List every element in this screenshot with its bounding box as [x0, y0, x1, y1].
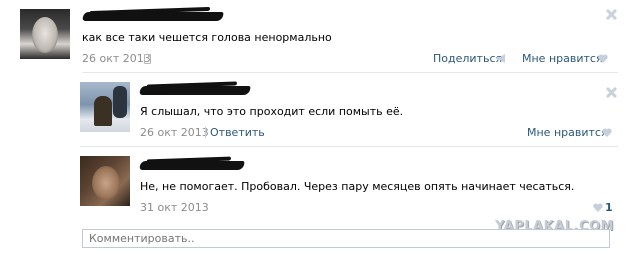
- post-author-name-redacted: [82, 12, 224, 21]
- avatar-face: [92, 166, 120, 200]
- reply2-date[interactable]: 31 окт 2013: [140, 201, 209, 214]
- share-button[interactable]: Поделиться: [433, 52, 502, 65]
- mobile-icon: [144, 54, 151, 64]
- reply-like-button[interactable]: Мне нравится: [527, 126, 608, 139]
- reply-author-name-redacted: [139, 86, 251, 95]
- comment-input[interactable]: [82, 229, 610, 248]
- reply-date[interactable]: 26 окт 2013: [140, 126, 209, 139]
- post-delete-icon[interactable]: [606, 9, 617, 20]
- reply-divider: [80, 146, 618, 147]
- avatar-figure: [94, 96, 112, 126]
- post-author-avatar[interactable]: [20, 9, 70, 59]
- heart-icon[interactable]: [598, 54, 608, 63]
- reply2-text: Не, не помогает. Пробовал. Через пару ме…: [140, 180, 575, 193]
- post-like-button[interactable]: Мне нравится: [522, 52, 603, 65]
- reply2-like-count[interactable]: 1: [605, 201, 613, 214]
- reply-text: Я слышал, что это проходит если помыть е…: [140, 105, 404, 118]
- post-text: как все таки чешется голова ненормально: [82, 31, 332, 44]
- meta-separator: [205, 127, 206, 138]
- avatar-face: [32, 17, 58, 53]
- reply2-author-name-redacted: [139, 161, 245, 170]
- megaphone-icon[interactable]: [497, 54, 506, 63]
- post-date[interactable]: 26 окт 2013: [82, 52, 151, 65]
- reply2-author-avatar[interactable]: [80, 156, 130, 206]
- reply-delete-icon[interactable]: [606, 87, 617, 98]
- avatar-tree: [113, 86, 127, 118]
- reply-button[interactable]: Ответить: [210, 126, 265, 139]
- post-divider: [82, 72, 618, 73]
- reply-author-avatar[interactable]: [80, 82, 130, 132]
- heart-icon[interactable]: [593, 203, 603, 212]
- heart-icon[interactable]: [602, 128, 612, 137]
